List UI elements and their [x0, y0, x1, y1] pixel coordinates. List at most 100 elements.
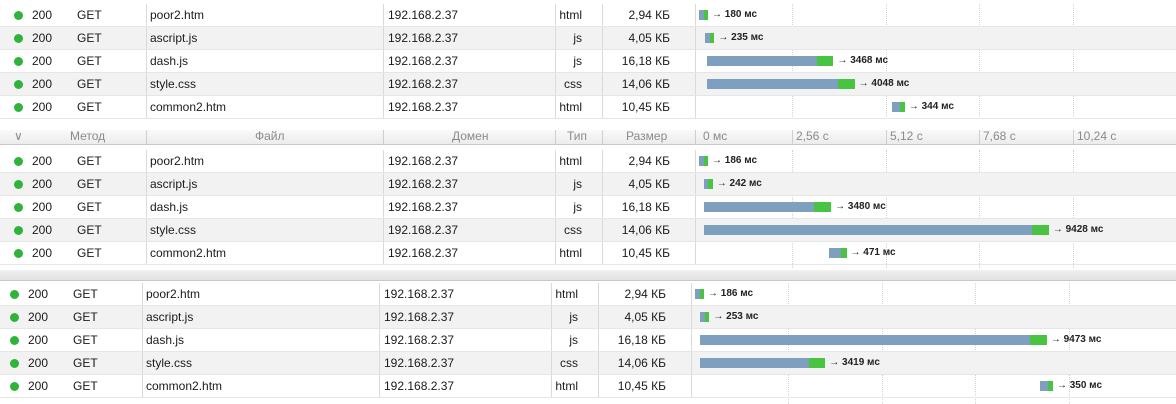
header-type[interactable]: Тип — [567, 130, 587, 144]
column-divider — [691, 283, 692, 305]
request-row[interactable]: 200 GET common2.htm 192.168.2.37 html 10,45 К… — [0, 375, 1176, 398]
column-divider — [602, 73, 603, 95]
status-ok-icon — [10, 359, 19, 368]
column-divider — [146, 150, 147, 172]
timing-bar[interactable] — [829, 248, 847, 258]
timing-wait-segment — [706, 56, 817, 66]
timing-receive-segment — [699, 289, 704, 299]
column-divider — [142, 329, 143, 351]
column-divider — [146, 73, 147, 95]
status-ok-icon — [14, 103, 23, 112]
request-row[interactable]: 200 GET ascript.js 192.168.2.37 js 4,05 КБ → 2… — [0, 27, 1176, 50]
column-divider — [383, 242, 384, 264]
column-divider — [379, 352, 380, 374]
request-row[interactable]: 200 GET style.css 192.168.2.37 css 14,06 КБ → … — [0, 73, 1176, 96]
column-divider — [379, 329, 380, 351]
column-divider — [598, 283, 599, 305]
request-row[interactable]: 200 GET common2.htm 192.168.2.37 html 10,45 К… — [0, 96, 1176, 119]
request-row[interactable]: 200 GET poor2.htm 192.168.2.37 html 2,94 КБ → … — [0, 283, 1176, 306]
timing-label: → 235 мс — [718, 32, 764, 43]
column-divider — [598, 306, 599, 328]
header-file[interactable]: Файл — [255, 130, 285, 144]
request-type: html — [559, 100, 582, 114]
request-file: common2.htm — [150, 246, 227, 260]
request-panel-2: 200 GET poor2.htm 192.168.2.37 html 2,94 КБ → … — [0, 150, 1176, 268]
status-code: 200 — [32, 31, 53, 45]
request-type: css — [564, 77, 582, 91]
status-ok-icon — [14, 157, 23, 166]
request-row[interactable]: 200 GET common2.htm 192.168.2.37 html 10,45 К… — [0, 242, 1176, 265]
request-row[interactable]: 200 GET style.css 192.168.2.37 css 14,06 КБ → … — [0, 219, 1176, 242]
column-divider — [551, 375, 552, 397]
timing-label: → 3419 мс — [829, 357, 880, 368]
column-divider — [555, 4, 556, 26]
request-type: html — [555, 379, 578, 393]
header-divider — [792, 130, 793, 144]
column-divider — [142, 352, 143, 374]
header-method[interactable]: Метод — [70, 130, 105, 144]
column-divider — [695, 4, 696, 26]
request-domain: 192.168.2.37 — [388, 246, 459, 260]
timing-label: → 9428 мс — [1052, 224, 1104, 235]
timing-receive-segment — [899, 102, 905, 112]
column-divider — [602, 50, 603, 72]
timing-bar[interactable] — [705, 33, 715, 43]
timing-bar[interactable] — [706, 56, 834, 66]
request-domain: 192.168.2.37 — [388, 177, 459, 191]
request-row[interactable]: 200 GET poor2.htm 192.168.2.37 html 2,94 КБ → … — [0, 150, 1176, 173]
header-status-sort[interactable]: ∨ — [14, 130, 23, 144]
request-file: dash.js — [146, 333, 185, 347]
request-domain: 192.168.2.37 — [384, 310, 455, 324]
request-row[interactable]: 200 GET style.css 192.168.2.37 css 14,06 КБ → … — [0, 352, 1176, 375]
status-ok-icon — [14, 80, 23, 89]
timing-bar[interactable] — [700, 335, 1047, 345]
status-code: 200 — [32, 8, 53, 22]
column-divider — [551, 306, 552, 328]
column-divider — [555, 242, 556, 264]
status-code: 200 — [32, 54, 53, 68]
column-divider — [142, 283, 143, 305]
status-ok-icon — [10, 382, 19, 391]
timing-bar[interactable] — [703, 225, 1049, 235]
request-method: GET — [77, 100, 102, 114]
status-ok-icon — [14, 11, 23, 20]
request-row[interactable]: 200 GET dash.js 192.168.2.37 js 16,18 КБ → 346… — [0, 50, 1176, 73]
timing-receive-segment — [708, 179, 713, 189]
request-row[interactable]: 200 GET ascript.js 192.168.2.37 js 4,05 КБ → 2… — [0, 306, 1176, 329]
column-divider — [555, 96, 556, 118]
request-domain: 192.168.2.37 — [384, 287, 455, 301]
timing-label: → 3468 мс — [837, 55, 889, 66]
request-domain: 192.168.2.37 — [388, 31, 459, 45]
timing-label: → 242 мс — [716, 178, 762, 189]
timing-bar[interactable] — [706, 79, 855, 89]
request-method: GET — [77, 77, 102, 91]
timing-bar[interactable] — [699, 156, 708, 166]
request-method: GET — [73, 333, 98, 347]
column-divider — [383, 173, 384, 195]
column-divider — [602, 27, 603, 49]
request-method: GET — [73, 356, 98, 370]
timing-bar[interactable] — [700, 358, 826, 368]
request-size: 4,05 КБ — [624, 310, 666, 324]
timing-bar[interactable] — [695, 289, 704, 299]
status-code: 200 — [32, 246, 53, 260]
request-row[interactable]: 200 GET dash.js 192.168.2.37 js 16,18 КБ → 348… — [0, 196, 1176, 219]
timing-bar[interactable] — [892, 102, 905, 112]
timing-bar[interactable] — [703, 179, 713, 189]
request-method: GET — [77, 223, 102, 237]
timing-bar[interactable] — [1040, 381, 1053, 391]
request-method: GET — [73, 310, 98, 324]
timing-bar[interactable] — [703, 202, 832, 212]
request-row[interactable]: 200 GET ascript.js 192.168.2.37 js 4,05 КБ → 2… — [0, 173, 1176, 196]
status-code: 200 — [32, 200, 53, 214]
header-domain[interactable]: Домен — [452, 130, 489, 144]
timing-bar[interactable] — [700, 312, 710, 322]
request-row[interactable]: 200 GET dash.js 192.168.2.37 js 16,18 КБ → 947… — [0, 329, 1176, 352]
request-file: poor2.htm — [150, 154, 205, 168]
timing-receive-segment — [1031, 225, 1049, 235]
header-tick-3: 7,68 с — [983, 130, 1016, 143]
timing-bar[interactable] — [699, 10, 708, 20]
request-method: GET — [77, 246, 102, 260]
request-row[interactable]: 200 GET poor2.htm 192.168.2.37 html 2,94 КБ → … — [0, 4, 1176, 27]
header-size[interactable]: Размер — [626, 130, 667, 144]
